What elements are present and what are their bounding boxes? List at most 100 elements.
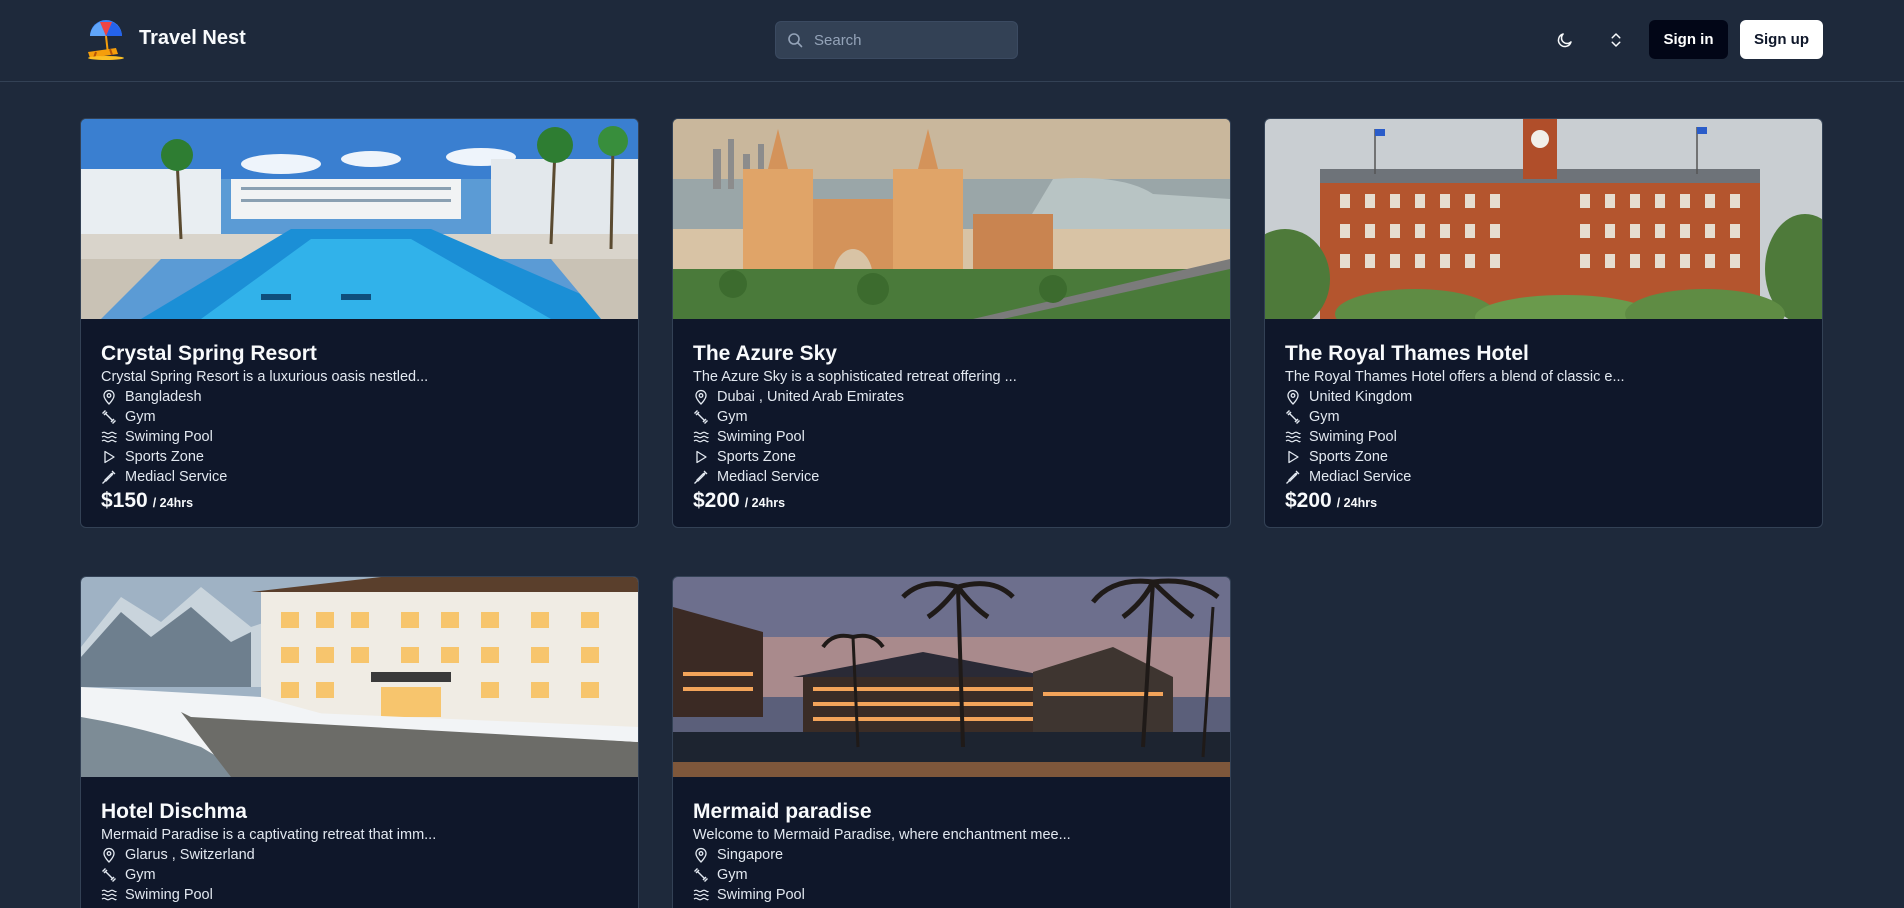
feature-pool: Swiming Pool: [101, 885, 621, 905]
hotel-price: $200 / 24hrs: [693, 489, 1213, 513]
dumbbell-icon: [101, 409, 117, 425]
feature-label: Sports Zone: [125, 449, 204, 465]
price-period: / 24hrs: [744, 496, 786, 510]
feature-gym: Gym: [101, 407, 621, 427]
feature-sports: Sports Zone: [693, 447, 1213, 467]
map-pin-icon: [693, 389, 709, 405]
hotel-name[interactable]: Hotel Dischma: [101, 799, 621, 825]
feature-gym: Gym: [101, 865, 621, 885]
hotel-photo: [81, 119, 638, 319]
brand-name[interactable]: Travel Nest: [139, 27, 246, 50]
hotel-price: $200 / 24hrs: [1285, 489, 1805, 513]
feature-pool: Swiming Pool: [693, 427, 1213, 447]
feature-label: Swiming Pool: [125, 887, 213, 903]
price-period: / 24hrs: [152, 496, 194, 510]
price-amount: $200: [1285, 489, 1332, 512]
hotel-name[interactable]: The Azure Sky: [693, 341, 1213, 367]
waves-icon: [693, 429, 709, 445]
feature-label: Gym: [717, 867, 748, 883]
waves-icon: [101, 429, 117, 445]
dumbbell-icon: [1285, 409, 1301, 425]
card-body: Crystal Spring Resort Crystal Spring Res…: [101, 341, 621, 513]
hotel-description: Crystal Spring Resort is a luxurious oas…: [101, 369, 429, 385]
feature-gym: Gym: [693, 407, 1213, 427]
hotel-card[interactable]: Crystal Spring Resort Crystal Spring Res…: [80, 118, 639, 528]
hotel-name[interactable]: The Royal Thames Hotel: [1285, 341, 1805, 367]
feature-label: Gym: [125, 409, 156, 425]
sign-up-button[interactable]: Sign up: [1740, 20, 1823, 59]
feature-pool: Swiming Pool: [101, 427, 621, 447]
feature-label: Gym: [1309, 409, 1340, 425]
chevrons-up-down-icon: [1611, 33, 1621, 47]
top-navbar: Travel Nest Sign in Sign up: [0, 0, 1904, 82]
feature-sports: Sports Zone: [1285, 447, 1805, 467]
hotel-location: Singapore: [693, 845, 1213, 865]
hotel-photo: [81, 577, 638, 777]
feature-label: Gym: [125, 867, 156, 883]
feature-label: Swiming Pool: [125, 429, 213, 445]
hotel-location: Glarus , Switzerland: [101, 845, 621, 865]
feature-medical: Mediacl Service: [101, 467, 621, 487]
map-pin-icon: [101, 389, 117, 405]
feature-pool: Swiming Pool: [693, 885, 1213, 905]
feature-medical: Mediacl Service: [1285, 467, 1805, 487]
map-pin-icon: [693, 847, 709, 863]
feature-gym: Gym: [693, 865, 1213, 885]
hotel-description: Welcome to Mermaid Paradise, where encha…: [693, 827, 1071, 843]
hotel-location: Bangladesh: [101, 387, 621, 407]
feature-gym: Gym: [1285, 407, 1805, 427]
hotel-photo: [1265, 119, 1822, 319]
moon-icon: [1557, 33, 1572, 48]
feature-label: Mediacl Service: [1309, 469, 1412, 485]
play-icon: [1285, 449, 1301, 465]
waves-icon: [693, 887, 709, 903]
location-text: Singapore: [717, 847, 784, 863]
feature-medical: Mediacl Service: [693, 467, 1213, 487]
hotel-description: The Royal Thames Hotel offers a blend of…: [1285, 369, 1625, 385]
theme-toggle-button[interactable]: [1550, 24, 1580, 56]
location-text: Bangladesh: [125, 389, 202, 405]
hotel-card[interactable]: The Azure Sky The Azure Sky is a sophist…: [672, 118, 1231, 528]
hotel-card[interactable]: Mermaid paradise Welcome to Mermaid Para…: [672, 576, 1231, 908]
card-body: Hotel Dischma Mermaid Paradise is a capt…: [101, 799, 621, 905]
hotel-name[interactable]: Mermaid paradise: [693, 799, 1213, 825]
card-body: The Azure Sky The Azure Sky is a sophist…: [693, 341, 1213, 513]
feature-label: Mediacl Service: [717, 469, 820, 485]
card-body: Mermaid paradise Welcome to Mermaid Para…: [693, 799, 1213, 905]
feature-label: Gym: [717, 409, 748, 425]
feature-label: Sports Zone: [717, 449, 796, 465]
price-amount: $150: [101, 489, 148, 512]
dumbbell-icon: [101, 867, 117, 883]
feature-label: Swiming Pool: [1309, 429, 1397, 445]
syringe-icon: [693, 469, 709, 485]
dumbbell-icon: [693, 409, 709, 425]
hotel-location: Dubai , United Arab Emirates: [693, 387, 1213, 407]
hotel-name[interactable]: Crystal Spring Resort: [101, 341, 621, 367]
syringe-icon: [1285, 469, 1301, 485]
location-text: United Kingdom: [1309, 389, 1413, 405]
dumbbell-icon: [693, 867, 709, 883]
price-amount: $200: [693, 489, 740, 512]
search-box[interactable]: [775, 21, 1018, 59]
feature-pool: Swiming Pool: [1285, 427, 1805, 447]
hotel-description: The Azure Sky is a sophisticated retreat…: [693, 369, 1017, 385]
sign-in-button[interactable]: Sign in: [1649, 20, 1728, 59]
hotel-price: $150 / 24hrs: [101, 489, 621, 513]
location-text: Dubai , United Arab Emirates: [717, 389, 904, 405]
map-pin-icon: [1285, 389, 1301, 405]
hotel-description: Mermaid Paradise is a captivating retrea…: [101, 827, 437, 843]
umbrella-beach-logo[interactable]: [86, 18, 126, 60]
hotel-photo: [673, 119, 1230, 319]
feature-label: Sports Zone: [1309, 449, 1388, 465]
hotel-card[interactable]: The Royal Thames Hotel The Royal Thames …: [1264, 118, 1823, 528]
card-body: The Royal Thames Hotel The Royal Thames …: [1285, 341, 1805, 513]
price-period: / 24hrs: [1336, 496, 1378, 510]
hotel-card[interactable]: Hotel Dischma Mermaid Paradise is a capt…: [80, 576, 639, 908]
sort-toggle-button[interactable]: [1601, 24, 1631, 56]
search-input[interactable]: [814, 22, 1009, 58]
feature-label: Mediacl Service: [125, 469, 228, 485]
play-icon: [101, 449, 117, 465]
waves-icon: [101, 887, 117, 903]
syringe-icon: [101, 469, 117, 485]
feature-sports: Sports Zone: [101, 447, 621, 467]
